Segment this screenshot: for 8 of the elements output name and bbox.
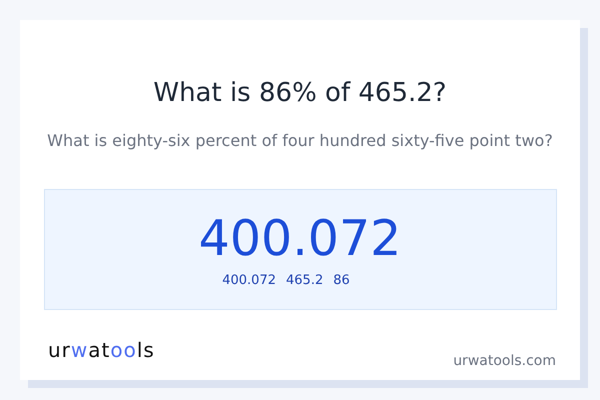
subtitle: What is eighty-six percent of four hundred sixty-five point two? — [47, 130, 553, 152]
result-detail: 465.2 — [286, 272, 324, 290]
logo: urwatools — [48, 338, 155, 362]
site-url: urwatools.com — [453, 352, 556, 370]
title: What is 86% of 465.2? — [153, 77, 447, 110]
result-detail: 400.072 — [222, 272, 276, 290]
result-detail: 86 — [333, 272, 350, 290]
result-value: 400.072 — [198, 210, 402, 268]
